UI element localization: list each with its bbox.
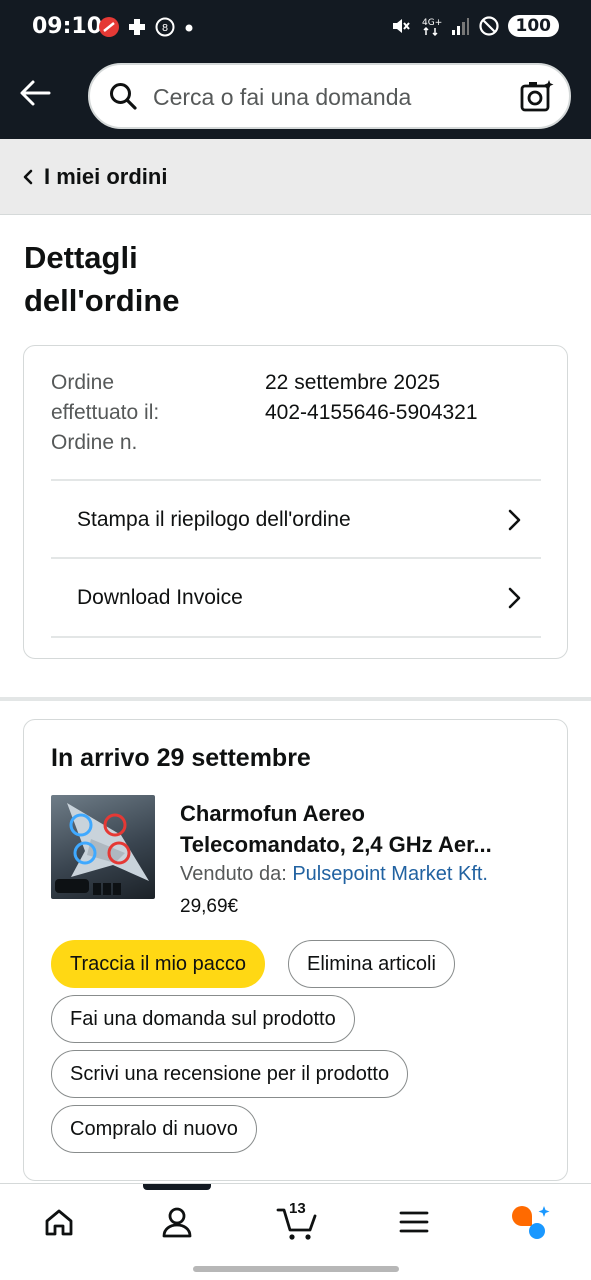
- download-invoice-link[interactable]: Download Invoice: [51, 557, 541, 636]
- dot-icon: [185, 24, 193, 32]
- breadcrumb-my-orders[interactable]: I miei ordini: [0, 139, 591, 215]
- rufus-assistant-icon: [512, 1206, 550, 1239]
- status-notification-icons: 8: [98, 16, 196, 38]
- active-tab-indicator: [143, 1184, 211, 1190]
- battery-indicator: 100: [507, 15, 559, 37]
- status-system-icons: 4G+ 100: [390, 15, 559, 37]
- signal-icon: [451, 18, 469, 35]
- product-title[interactable]: Charmofun Aereo Telecomandato, 2,4 GHz A…: [180, 798, 550, 860]
- chevron-left-icon: [23, 169, 33, 184]
- page-title-line2: dell'ordine: [24, 283, 180, 318]
- status-bar: 09:10 8 4G+ 100: [0, 0, 591, 54]
- buy-again-button[interactable]: Compralo di nuovo: [51, 1105, 257, 1153]
- network-4g-icon: 4G+: [422, 18, 442, 37]
- breadcrumb-label: I miei ordini: [44, 163, 168, 189]
- nav-cart[interactable]: 13: [272, 1200, 324, 1244]
- order-number-value: 402-4155646-5904321: [265, 401, 478, 424]
- rc-plane-image: [55, 803, 149, 895]
- gesture-home-handle[interactable]: [193, 1266, 399, 1272]
- nav-menu[interactable]: [389, 1200, 439, 1244]
- badge-icon: 8: [155, 17, 175, 37]
- order-placed-label: Ordine effettuato il:: [51, 371, 160, 424]
- seller-link[interactable]: Pulsepoint Market Kft.: [292, 863, 488, 885]
- camera-search-icon[interactable]: [519, 78, 555, 114]
- page-title-line1: Dettagli: [24, 240, 138, 275]
- cart-count-badge: 13: [289, 1200, 306, 1217]
- shipment-card: In arrivo 29 settembre Charmofun Aereo T…: [23, 719, 568, 1181]
- nav-home[interactable]: [34, 1200, 84, 1244]
- print-summary-link[interactable]: Stampa il riepilogo dell'ordine: [51, 479, 541, 558]
- order-number-label: Ordine n.: [51, 431, 138, 454]
- search-input[interactable]: Cerca o fai una domanda: [153, 84, 411, 111]
- track-package-button[interactable]: Traccia il mio pacco: [51, 940, 265, 988]
- nav-account[interactable]: [152, 1200, 202, 1244]
- order-summary-card: Ordine effettuato il: 22 settembre 2025 …: [23, 345, 568, 659]
- page-title: Dettagli dell'ordine: [24, 236, 324, 322]
- seller-info: Venduto da: Pulsepoint Market Kft.: [180, 863, 488, 886]
- chevron-right-icon: [508, 587, 521, 608]
- svg-text:4G+: 4G+: [422, 18, 442, 28]
- plus-cross-icon: [129, 19, 145, 35]
- order-placed-value: 22 settembre 2025: [265, 371, 441, 394]
- do-not-disturb-icon: [478, 16, 499, 36]
- mute-icon: [392, 19, 410, 33]
- app-notification-icon: [99, 17, 119, 37]
- app-header: Cerca o fai una domanda: [0, 54, 591, 139]
- chevron-right-icon: [508, 509, 521, 530]
- product-image[interactable]: [51, 795, 155, 899]
- arrow-left-icon: [20, 80, 51, 106]
- write-review-button[interactable]: Scrivi una recensione per il prodotto: [51, 1050, 409, 1098]
- print-summary-label: Stampa il riepilogo dell'ordine: [77, 507, 351, 531]
- nav-assistant[interactable]: [506, 1200, 556, 1244]
- search-icon: [110, 83, 137, 110]
- download-invoice-label: Download Invoice: [77, 585, 243, 609]
- seller-label: Venduto da:: [180, 863, 287, 885]
- product-price: 29,69€: [180, 896, 239, 917]
- ask-product-question-button[interactable]: Fai una domanda sul prodotto: [51, 995, 355, 1043]
- summary-divider: [51, 636, 541, 638]
- remove-items-button[interactable]: Elimina articoli: [288, 940, 455, 988]
- delivery-status-title: In arrivo 29 settembre: [51, 744, 311, 772]
- svg-text:8: 8: [162, 23, 168, 34]
- hamburger-menu-icon: [399, 1211, 429, 1233]
- home-icon: [45, 1209, 73, 1236]
- user-icon: [162, 1207, 192, 1238]
- search-bar[interactable]: Cerca o fai una domanda: [88, 63, 571, 129]
- back-button[interactable]: [16, 74, 54, 112]
- status-time: 09:10: [32, 14, 103, 39]
- section-divider: [0, 697, 591, 701]
